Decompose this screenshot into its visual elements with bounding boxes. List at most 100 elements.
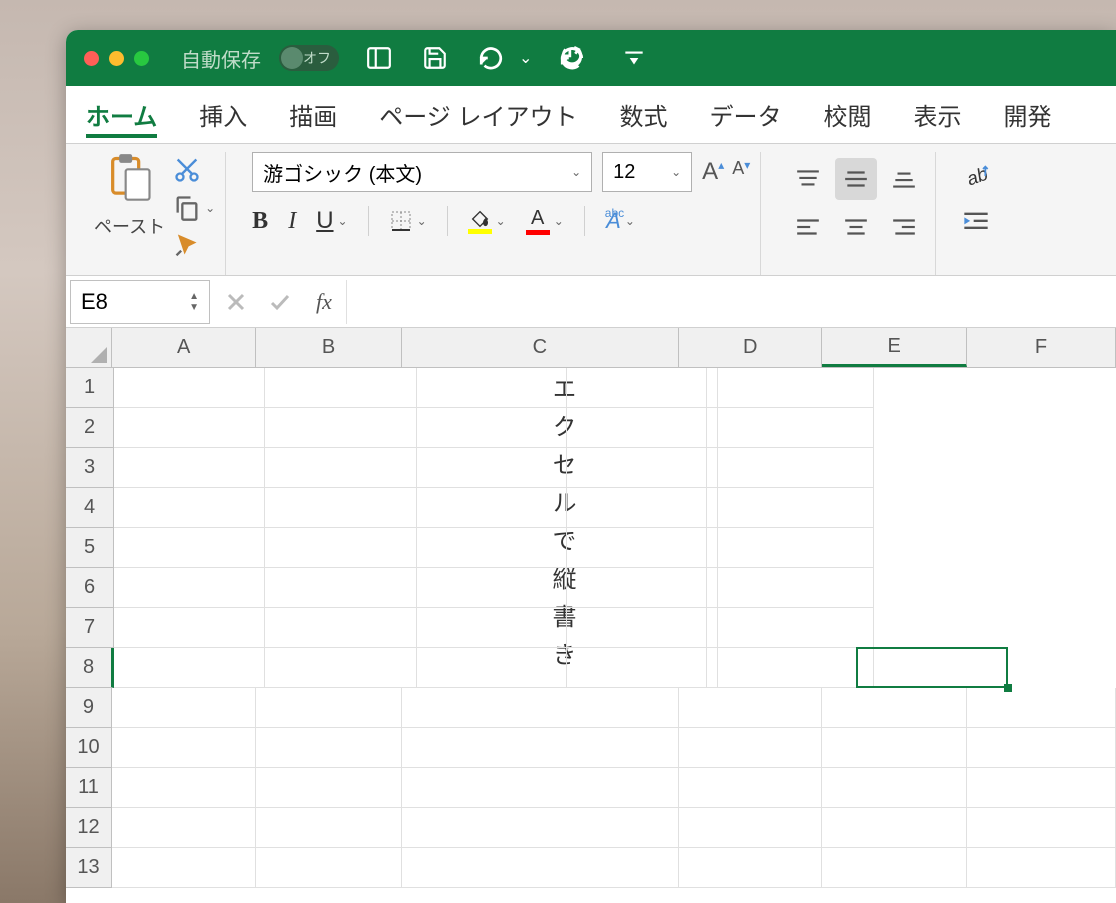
cell[interactable] [256, 768, 401, 808]
formula-input[interactable] [346, 280, 1116, 324]
cell[interactable] [718, 448, 874, 488]
tab-view[interactable]: 表示 [913, 83, 961, 146]
cell[interactable] [265, 448, 417, 488]
cell[interactable] [114, 608, 265, 648]
cell[interactable] [567, 408, 718, 448]
font-family-select[interactable]: 游ゴシック (本文) ⌄ [252, 152, 592, 192]
row-header[interactable]: 12 [66, 808, 112, 848]
row-header[interactable]: 7 [66, 608, 114, 648]
ribbon-toggle-icon[interactable] [363, 42, 395, 74]
cell[interactable] [112, 728, 256, 768]
cell[interactable] [417, 488, 567, 528]
cell[interactable] [679, 848, 822, 888]
redo-icon[interactable] [556, 42, 588, 74]
underline-button[interactable]: U ⌄ [316, 207, 347, 235]
column-header-E[interactable]: E [822, 328, 966, 367]
italic-button[interactable]: I [288, 208, 296, 235]
cell[interactable] [265, 368, 417, 408]
cell[interactable] [967, 688, 1116, 728]
cell[interactable] [417, 528, 567, 568]
cell[interactable] [417, 608, 567, 648]
phonetic-button[interactable]: abc A ⌄ [605, 208, 635, 234]
column-header-B[interactable]: B [256, 328, 401, 367]
paste-button[interactable]: ペースト [94, 152, 165, 239]
cell[interactable] [265, 648, 417, 688]
row-header[interactable]: 11 [66, 768, 112, 808]
column-header-F[interactable]: F [967, 328, 1116, 367]
cell[interactable] [265, 408, 417, 448]
tab-insert[interactable]: 挿入 [199, 83, 247, 146]
cell[interactable] [112, 848, 256, 888]
cell[interactable] [112, 688, 256, 728]
undo-dropdown[interactable]: ⌄ [519, 48, 532, 68]
fx-icon[interactable]: fx [316, 289, 332, 315]
cell[interactable] [822, 728, 966, 768]
name-box[interactable]: E8 ▲▼ [70, 280, 210, 324]
bold-button[interactable]: B [252, 208, 268, 235]
orientation-button[interactable]: ab [962, 162, 990, 190]
decrease-font-button[interactable]: A▾ [732, 158, 750, 186]
cell[interactable] [265, 528, 417, 568]
format-painter-button[interactable] [173, 232, 215, 260]
cell[interactable] [567, 648, 718, 688]
cell[interactable] [822, 848, 966, 888]
cell[interactable] [114, 648, 265, 688]
cell[interactable] [417, 408, 567, 448]
close-button[interactable] [84, 51, 99, 66]
cell[interactable] [417, 368, 567, 408]
autosave-toggle[interactable]: オフ [279, 45, 339, 71]
select-all-corner[interactable] [66, 328, 112, 367]
tab-home[interactable]: ホーム [86, 83, 157, 146]
font-size-select[interactable]: 12 ⌄ [602, 152, 692, 192]
row-header[interactable]: 6 [66, 568, 114, 608]
enter-formula-button[interactable] [258, 290, 302, 314]
cancel-formula-button[interactable] [214, 290, 258, 314]
cell[interactable] [822, 808, 966, 848]
row-header[interactable]: 8 [66, 648, 114, 688]
cell[interactable] [114, 488, 265, 528]
cell[interactable] [402, 808, 679, 848]
maximize-button[interactable] [134, 51, 149, 66]
column-header-C[interactable]: C [402, 328, 679, 367]
row-header[interactable]: 10 [66, 728, 112, 768]
cell[interactable] [718, 608, 874, 648]
copy-button[interactable]: ⌄ [173, 194, 215, 222]
cell[interactable] [114, 568, 265, 608]
undo-icon[interactable] [475, 42, 507, 74]
cell[interactable] [265, 608, 417, 648]
cell[interactable] [114, 408, 265, 448]
align-bottom-button[interactable] [883, 158, 925, 200]
row-header[interactable]: 2 [66, 408, 114, 448]
qat-overflow-icon[interactable] [618, 42, 650, 74]
cell[interactable] [256, 728, 401, 768]
fill-color-button[interactable]: ⌄ [468, 209, 506, 234]
cell[interactable] [417, 568, 567, 608]
cell[interactable] [967, 808, 1116, 848]
cell[interactable] [402, 848, 679, 888]
name-box-stepper[interactable]: ▲▼ [189, 291, 199, 313]
tab-review[interactable]: 校閲 [823, 83, 871, 146]
cell[interactable] [114, 448, 265, 488]
cell[interactable] [967, 848, 1116, 888]
cell[interactable] [567, 528, 718, 568]
tab-developer[interactable]: 開発 [1003, 83, 1051, 146]
tab-data[interactable]: データ [709, 83, 781, 146]
cell[interactable] [718, 528, 874, 568]
cell[interactable] [718, 488, 874, 528]
cell[interactable] [567, 488, 718, 528]
cell[interactable] [567, 448, 718, 488]
cell[interactable] [417, 648, 567, 688]
cell[interactable] [567, 368, 718, 408]
cell[interactable] [822, 688, 966, 728]
cell[interactable] [256, 848, 401, 888]
row-header[interactable]: 4 [66, 488, 114, 528]
cell[interactable] [718, 568, 874, 608]
increase-font-button[interactable]: A▴ [702, 158, 724, 186]
borders-button[interactable]: ⌄ [389, 209, 427, 233]
cell[interactable] [114, 528, 265, 568]
fill-handle[interactable] [1004, 684, 1012, 692]
align-center-button[interactable] [835, 206, 877, 248]
cell[interactable] [417, 448, 567, 488]
save-icon[interactable] [419, 42, 451, 74]
cell[interactable] [718, 648, 874, 688]
